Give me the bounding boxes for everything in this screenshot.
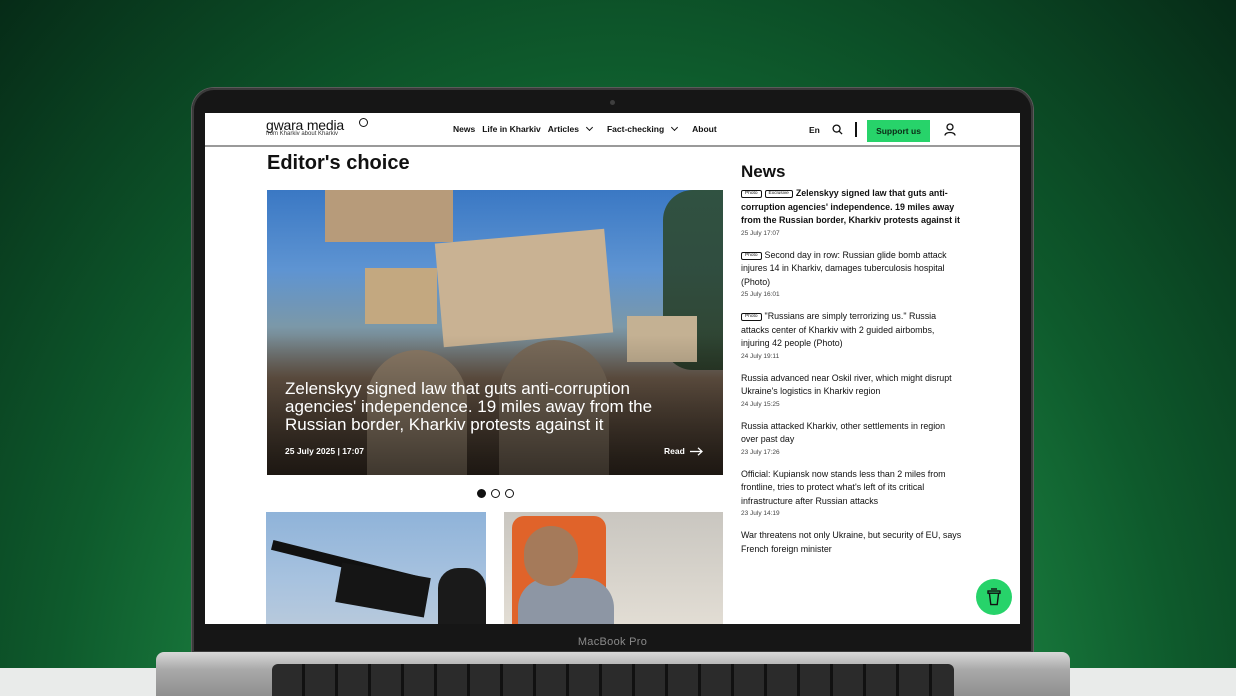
news-title: News — [741, 162, 786, 181]
logo-tagline: from Kharkiv about Kharkiv — [266, 131, 339, 137]
news-item[interactable]: Photo "Russians are simply terrorizing us… — [741, 310, 963, 360]
hero-headline[interactable]: Zelenskyy signed law that guts anti-corr… — [285, 380, 685, 434]
search-icon[interactable] — [832, 124, 843, 135]
nav-fact-checking-label: Fact-checking — [606, 124, 665, 134]
news-date: 23 July 17:26 — [741, 448, 780, 456]
news-list: Photo Exclusive Zelenskyy signed law that … — [741, 187, 963, 568]
language-switch[interactable]: En — [809, 125, 820, 135]
tag-exclusive: Exclusive — [764, 190, 793, 198]
read-label: Read — [664, 446, 685, 456]
chevron-down-icon — [671, 123, 679, 132]
news-headline: War threatens not only Ukraine, but secu… — [741, 530, 962, 554]
news-item[interactable]: War threatens not only Ukraine, but secu… — [741, 529, 963, 556]
nav-about[interactable]: About — [692, 124, 717, 134]
logo-mark-icon — [359, 118, 368, 127]
news-date: 23 July 14:19 — [741, 510, 780, 517]
nav-articles-label: Articles — [547, 124, 579, 134]
header-divider — [855, 122, 857, 137]
news-item[interactable]: Official: Kupiansk now stands less than … — [741, 468, 963, 518]
site-header: gwara media from Kharkiv about Kharkiv N… — [205, 113, 1020, 147]
thumbnail-image-person — [518, 578, 614, 624]
main-nav: News Life in Kharkiv Articles Fact-check… — [453, 123, 724, 134]
carousel-dot-1[interactable] — [477, 489, 486, 498]
news-headline-text: Second day in row: Russian glide bomb at… — [741, 249, 947, 287]
hero-date: 25 July 2025 | 17:07 — [285, 446, 364, 456]
donate-coffee-button[interactable] — [976, 579, 1012, 615]
story-thumbnail-hospital[interactable] — [504, 512, 723, 624]
news-headline: Russia attacked Kharkiv, other settlemen… — [741, 420, 946, 445]
nav-life-in-kharkiv[interactable]: Life in Kharkiv — [482, 124, 541, 134]
news-headline: Photo "Russians are simply terrorizing us… — [741, 310, 963, 351]
editors-choice-title: Editor's choice — [267, 152, 410, 174]
nav-fact-checking[interactable]: Fact-checking — [606, 123, 685, 134]
news-headline: Russia advanced near Oskil river, which … — [741, 372, 952, 397]
news-item[interactable]: Russia attacked Kharkiv, other settlemen… — [741, 420, 963, 456]
news-item[interactable]: Photo Exclusive Zelenskyy signed law that … — [741, 187, 963, 237]
read-link[interactable]: Read — [664, 446, 703, 456]
news-item[interactable]: Russia advanced near Oskil river, which … — [741, 372, 963, 408]
carousel-dot-2[interactable] — [491, 489, 500, 498]
hero-image-sign — [434, 228, 614, 348]
laptop-base — [156, 652, 1070, 696]
keyboard — [272, 664, 954, 696]
support-us-button[interactable]: Support us — [867, 120, 930, 142]
user-icon[interactable] — [944, 123, 956, 136]
nav-news[interactable]: News — [453, 124, 475, 134]
carousel-dot-3[interactable] — [505, 489, 514, 498]
news-headline: Official: Kupiansk now stands less than … — [741, 468, 946, 506]
model-label: MacBook Pro — [577, 636, 648, 648]
news-date: 24 July 19:11 — [741, 352, 780, 360]
news-date: 25 July 16:01 — [741, 291, 780, 298]
story-thumbnail-soldier[interactable] — [266, 512, 486, 624]
hero-image-sign — [365, 268, 437, 324]
logo[interactable]: gwara media from Kharkiv about Kharkiv — [266, 117, 368, 137]
tag-photo: Photo — [741, 251, 762, 260]
hero-image-sign — [325, 190, 453, 242]
thumbnail-image-person — [524, 526, 578, 586]
news-headline-text: "Russians are simply terrorizing us." Ru… — [741, 311, 937, 348]
news-date: 25 July 17:07 — [741, 229, 780, 237]
thumbnail-image-soldier — [438, 568, 486, 624]
thumbnail-image-gun — [335, 562, 431, 618]
news-date: 24 July 15:25 — [741, 400, 780, 408]
camera — [610, 100, 615, 105]
coffee-cup-icon — [987, 588, 1001, 606]
arrow-right-icon — [689, 446, 703, 456]
tag-photo: Photo — [741, 190, 762, 198]
carousel-dots — [477, 489, 514, 498]
tag-photo: Photo — [741, 313, 762, 321]
nav-articles[interactable]: Articles — [547, 123, 600, 134]
chevron-down-icon — [585, 123, 594, 132]
news-headline: Photo Second day in row: Russian glide bo… — [741, 249, 963, 290]
browser-screen: gwara media from Kharkiv about Kharkiv N… — [205, 113, 1020, 624]
news-headline: Photo Exclusive Zelenskyy signed law that … — [741, 187, 963, 228]
hero-story[interactable]: Zelenskyy signed law that guts anti-corr… — [267, 190, 723, 475]
news-item[interactable]: Photo Second day in row: Russian glide bo… — [741, 249, 963, 298]
